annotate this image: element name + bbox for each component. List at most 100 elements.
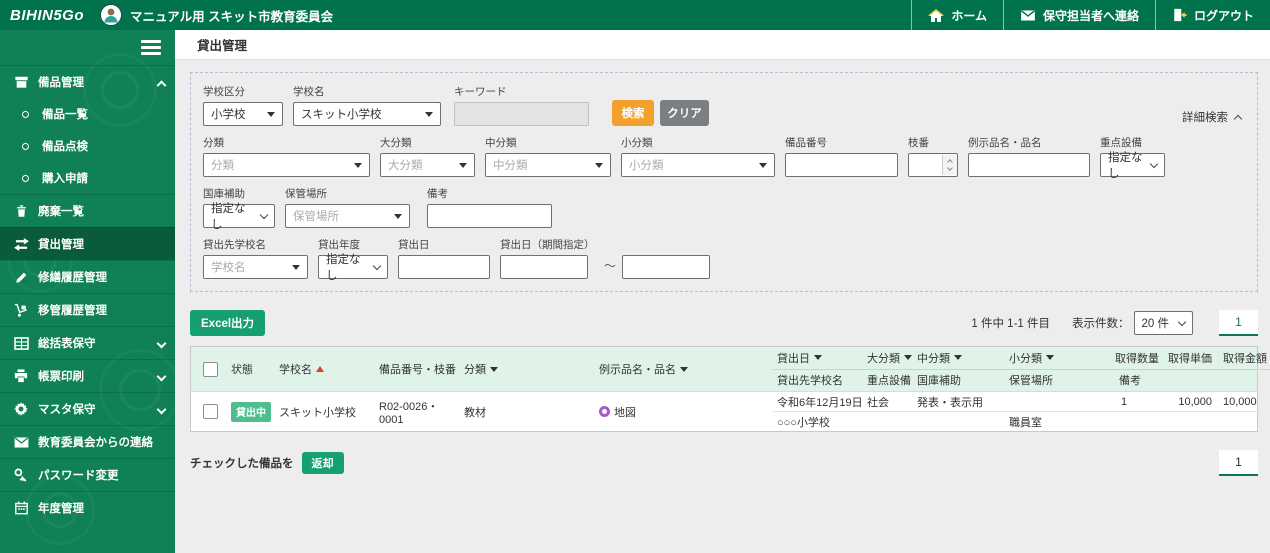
sidebar-item-summary-table[interactable]: 総括表保守 <box>0 326 175 359</box>
loan-date-label: 貸出日 <box>398 239 430 251</box>
priority-equipment-label: 重点設備 <box>1100 137 1142 149</box>
dropdown-arrow-icon <box>354 162 362 168</box>
minor-class-select[interactable]: 小分類 <box>621 153 775 177</box>
middle-class-label: 中分類 <box>485 137 517 149</box>
category-placeholder: 分類 <box>211 160 234 172</box>
loan-date-input[interactable] <box>398 255 490 279</box>
row-borrower: ○○○小学校 <box>777 416 830 429</box>
header-item-name-sortable[interactable]: 例示品名・品名 <box>593 347 773 391</box>
page-size-label: 表示件数： <box>1072 318 1130 330</box>
sidebar-item-change-password[interactable]: パスワード変更 <box>0 458 175 491</box>
sidebar-item-loan-mgmt[interactable]: 貸出管理 <box>0 227 175 260</box>
dropdown-arrow-icon <box>459 162 467 168</box>
top-navigation: ホーム 保守担当者へ連絡 ログアウト <box>911 0 1270 30</box>
row-major: 社会 <box>867 396 889 409</box>
sidebar-item-disposal-list[interactable]: 廃棄一覧 <box>0 194 175 227</box>
hamburger-menu-icon[interactable] <box>141 40 161 55</box>
search-row-1: 学校区分 小学校 学校名 スキット小学校 キーワード 検索 クリア 詳細検索 <box>203 84 1245 126</box>
header-loan-date-sortable[interactable]: 貸出日 <box>773 350 863 366</box>
clear-button[interactable]: クリア <box>660 100 709 126</box>
search-row-2: 分類 分類 大分類 大分類 中分類 中分類 小分類 小分類 備品番号 枝番 例示… <box>203 135 1245 180</box>
calendar-icon <box>13 501 29 515</box>
chevron-down-icon <box>1177 317 1187 326</box>
category-select[interactable]: 分類 <box>203 153 370 177</box>
row-item-name-link[interactable]: 地図 <box>593 392 773 431</box>
header-item-number: 備品番号・枝番 <box>379 364 456 376</box>
priority-equipment-select[interactable]: 指定なし <box>1100 152 1165 180</box>
nav-logout[interactable]: ログアウト <box>1154 0 1270 30</box>
storage-location-label: 保管場所 <box>285 188 327 200</box>
sidebar-item-label: 総括表保守 <box>38 338 96 350</box>
keyword-label: キーワード <box>454 86 507 98</box>
header-major-sortable[interactable]: 大分類 <box>863 350 913 366</box>
detail-search-label: 詳細検索 <box>1182 112 1228 124</box>
school-type-select[interactable]: 小学校 <box>203 102 283 126</box>
sidebar-item-board-messages[interactable]: 教育委員会からの連絡 <box>0 425 175 458</box>
nav-contact-maintenance[interactable]: 保守担当者へ連絡 <box>1002 0 1155 30</box>
loan-year-select[interactable]: 指定なし <box>318 254 388 282</box>
row-status: 貸出中 <box>229 392 273 431</box>
sidebar-item-repair-history[interactable]: 修繕履歴管理 <box>0 260 175 293</box>
loan-period-from-input[interactable] <box>500 255 588 279</box>
sidebar-item-purchase-request[interactable]: 購入申請 <box>0 162 175 194</box>
number-spinner-icon[interactable] <box>942 155 957 175</box>
header-minor-sortable[interactable]: 小分類 <box>1005 350 1111 366</box>
sidebar-item-equipment-inspection[interactable]: 備品点検 <box>0 130 175 162</box>
period-separator: ～ <box>604 259 617 273</box>
select-all-checkbox[interactable] <box>202 361 218 377</box>
sidebar-item-form-print[interactable]: 帳票印刷 <box>0 359 175 392</box>
row-right-section: 令和6年12月19日 社会 発表・表示用 1 10,000 10,000 ○○○… <box>773 392 1262 431</box>
header-category-sortable[interactable]: 分類 <box>458 347 593 391</box>
sidebar-toggle-row <box>0 30 175 65</box>
sort-desc-icon <box>904 355 912 361</box>
borrower-school-select[interactable]: 学校名 <box>203 255 308 279</box>
sidebar-item-label: 備品管理 <box>38 77 84 89</box>
school-name-value: スキット小学校 <box>301 109 382 121</box>
search-button[interactable]: 検索 <box>612 100 654 126</box>
school-type-label: 学校区分 <box>203 86 245 98</box>
sidebar-item-label: 備品一覧 <box>42 109 88 121</box>
detail-search-toggle[interactable]: 詳細検索 <box>1182 109 1243 125</box>
item-number-input[interactable] <box>785 153 898 177</box>
return-button[interactable]: 返却 <box>301 452 344 474</box>
sidebar-item-year-mgmt[interactable]: 年度管理 <box>0 491 175 524</box>
user-avatar-icon <box>100 4 123 26</box>
branch-number-stepper[interactable] <box>908 153 958 177</box>
result-count: 1 件中 1-1 件目 <box>971 318 1050 330</box>
app-window: BIHIN5Go マニュアル用 スキット市教育委員会 ホーム 保守担当者へ連絡 <box>0 0 1270 553</box>
row-checkbox[interactable] <box>202 404 218 419</box>
remarks-input[interactable] <box>427 204 552 228</box>
loan-period-to-input[interactable] <box>622 255 711 279</box>
middle-class-select[interactable]: 中分類 <box>485 153 611 177</box>
bottom-page-number-button[interactable]: 1 <box>1219 450 1258 476</box>
sidebar-item-transfer-history[interactable]: 移管履歴管理 <box>0 293 175 326</box>
item-name-input[interactable] <box>968 153 1090 177</box>
sidebar-item-equipment-list[interactable]: 備品一覧 <box>0 98 175 130</box>
sidebar-item-master-maintenance[interactable]: マスタ保守 <box>0 392 175 425</box>
major-class-label: 大分類 <box>380 137 412 149</box>
row-middle: 発表・表示用 <box>917 396 983 409</box>
chevron-down-icon <box>156 338 167 348</box>
page-size-select[interactable]: 20 件 <box>1133 311 1193 335</box>
app-logo: BIHIN5Go <box>10 6 85 24</box>
nav-home[interactable]: ホーム <box>911 0 1003 30</box>
sidebar-item-equipment-mgmt[interactable]: 備品管理 <box>0 65 175 98</box>
storage-location-select[interactable]: 保管場所 <box>285 204 410 228</box>
sort-desc-icon <box>1046 355 1054 361</box>
page-number-button[interactable]: 1 <box>1219 310 1258 336</box>
dropdown-arrow-icon <box>267 111 275 117</box>
excel-export-button[interactable]: Excel出力 <box>190 310 266 336</box>
keyword-input[interactable] <box>454 102 589 126</box>
header-middle-sortable[interactable]: 中分類 <box>913 350 1005 366</box>
sidebar-item-label: 廃棄一覧 <box>38 206 84 218</box>
header-school-sortable[interactable]: 学校名 <box>273 347 373 391</box>
status-badge: 貸出中 <box>231 401 271 422</box>
major-class-select[interactable]: 大分類 <box>380 153 475 177</box>
chevron-down-icon <box>156 371 167 381</box>
header-borrower: 貸出先学校名 <box>777 375 843 388</box>
row-unit-price: 10,000 <box>1178 395 1212 408</box>
school-name-select[interactable]: スキット小学校 <box>293 102 441 126</box>
subsidy-select[interactable]: 指定なし <box>203 203 275 231</box>
page-title: 貸出管理 <box>197 39 248 53</box>
footer-action-row: チェックした備品を 返却 1 <box>190 450 1258 476</box>
